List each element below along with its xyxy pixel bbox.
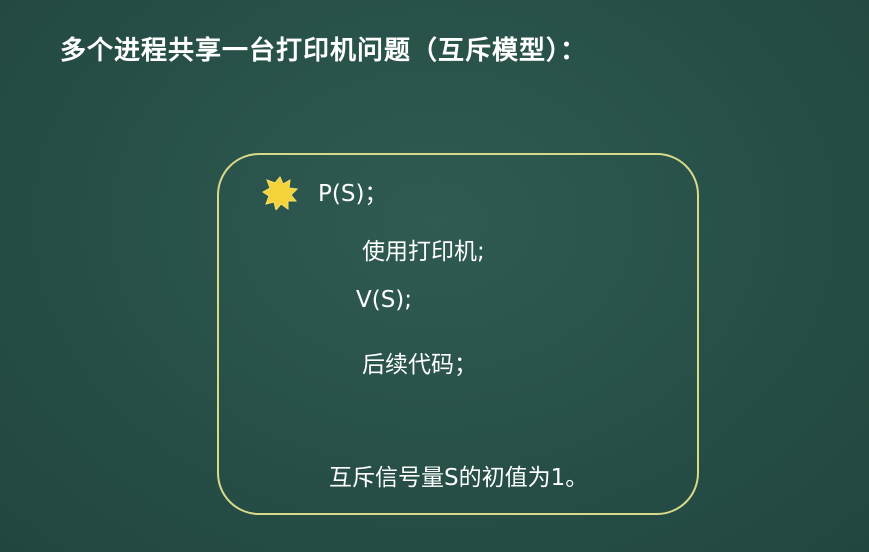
code-line-use-printer: 使用打印机; — [362, 239, 485, 265]
code-line-remaining-code: 后续代码； — [362, 352, 477, 378]
slide-title: 多个进程共享一台打印机问题（互斥模型）： — [60, 36, 588, 66]
sun-star-icon — [262, 176, 298, 210]
slide: 多个进程共享一台打印机问题（互斥模型）： P(S)； 使用打印机; V(S); … — [0, 0, 869, 552]
code-line-v-operation: V(S); — [356, 287, 413, 313]
code-line-p-operation: P(S)； — [318, 181, 388, 207]
semaphore-initial-value-note: 互斥信号量S的初值为1。 — [329, 465, 589, 491]
